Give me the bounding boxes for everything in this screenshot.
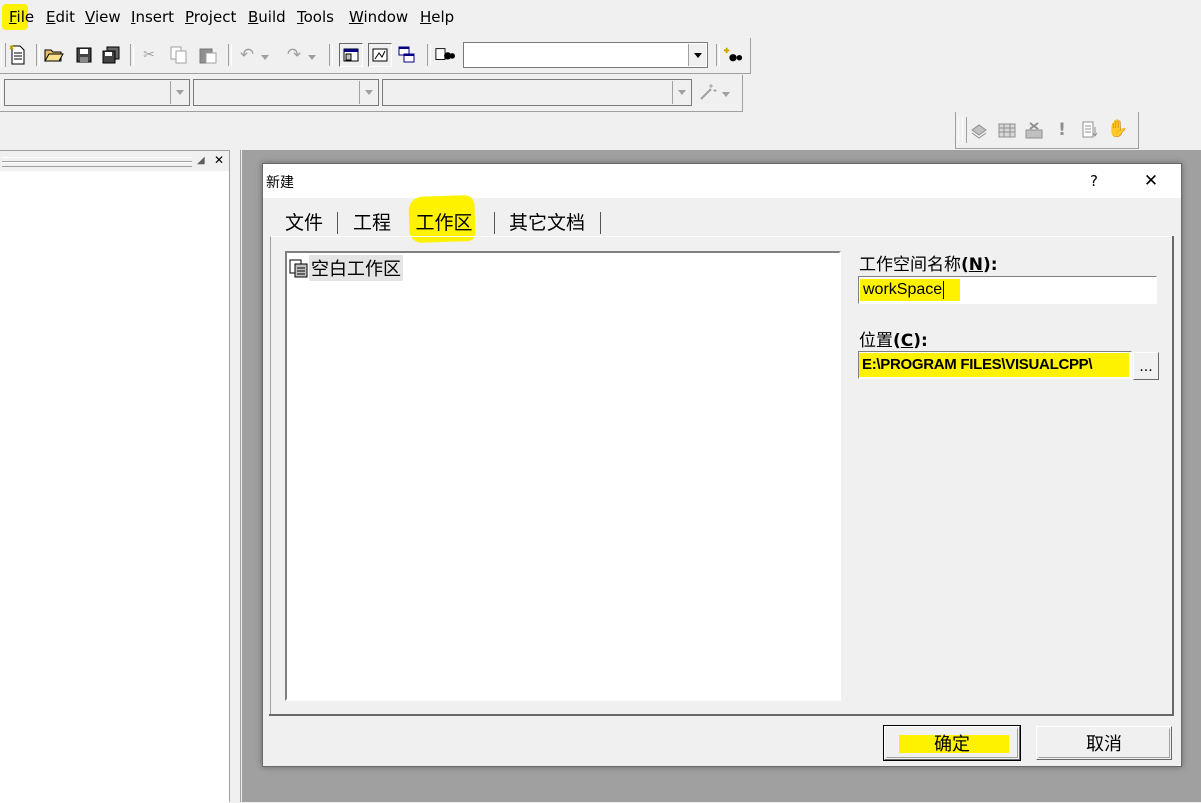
maximize-panel-icon[interactable]: ◢ [197,155,209,167]
menu-window[interactable]: Window [349,8,408,26]
open-folder-icon[interactable] [44,45,64,65]
help-button[interactable]: ? [1081,169,1107,193]
menu-view[interactable]: View [85,8,121,26]
list-item-label: 空白工作区 [309,255,403,281]
tab-projects[interactable]: 工程 [345,206,399,236]
window-list-icon[interactable] [397,45,417,65]
menu-file[interactable]: File [9,8,34,26]
redo-icon[interactable]: ↷ [284,45,304,65]
members-combo[interactable] [382,79,692,106]
filter-combo[interactable] [193,79,379,106]
panel-splitter[interactable] [229,150,241,802]
wizard-action-icon[interactable] [698,82,718,102]
cancel-button[interactable]: 取消 [1036,726,1172,760]
location-value: E:\PROGRAM FILES\VISUALCPP\ [862,356,1093,373]
save-all-icon[interactable] [101,45,121,65]
wizard-action-dropdown-icon[interactable] [720,84,732,104]
menu-tools[interactable]: Tools [297,8,334,26]
workspace-panel-header: ◢ ✕ [0,151,229,171]
dialog-title: 新建 [266,175,294,191]
build-toolbar: ! ✋ [955,112,1139,149]
location-field[interactable]: E:\PROGRAM FILES\VISUALCPP\ [858,351,1132,379]
close-panel-icon[interactable]: ✕ [213,153,225,167]
find-combo-dropdown[interactable] [688,44,706,66]
list-item[interactable]: 空白工作区 [289,255,403,281]
new-text-file-icon[interactable] [8,45,28,65]
execute-icon[interactable]: ! [1052,120,1072,140]
new-dialog: 新建 ? ✕ 文件 工程 工作区 其它文档 空白工作区 工作空间名称(N): w… [262,163,1182,767]
stop-build-icon[interactable] [1024,120,1044,140]
save-icon[interactable] [74,45,94,65]
undo-icon[interactable]: ↶ [237,45,257,65]
menu-build[interactable]: Build [248,8,286,26]
output-window-icon[interactable] [368,43,392,67]
breakpoint-icon[interactable]: ✋ [1107,119,1128,139]
dialog-titlebar[interactable]: 新建 ? ✕ [263,164,1181,198]
copy-icon[interactable] [169,45,189,65]
tab-other-documents[interactable]: 其它文档 [502,206,592,236]
standard-toolbar: ✂ ↶ ↷ [0,38,751,74]
menu-bar: File Edit View Insert Project Build Tool… [0,0,1201,36]
workspace-panel: ◢ ✕ [0,150,229,803]
find-in-files-icon[interactable] [435,45,455,65]
menu-insert[interactable]: Insert [131,8,174,26]
undo-dropdown-icon[interactable] [259,47,271,67]
close-icon: ✕ [1143,171,1159,191]
class-combo[interactable] [4,79,190,106]
toolbar-grip[interactable] [1,43,6,67]
compile-icon[interactable] [969,120,989,140]
menu-project[interactable]: Project [185,8,236,26]
cut-icon[interactable]: ✂ [139,45,159,65]
find-icon[interactable] [723,45,743,65]
paste-icon[interactable] [198,45,218,65]
workspace-type-list[interactable]: 空白工作区 [285,251,841,701]
ok-label: 确定 [934,734,970,755]
close-button[interactable]: ✕ [1131,167,1171,195]
wizard-toolbar [0,75,743,112]
workspace-name-value: workSpace [863,281,945,299]
ok-button[interactable]: 确定 [883,725,1021,761]
find-combo[interactable] [463,42,708,68]
redo-dropdown-icon[interactable] [306,47,318,67]
location-label: 位置(C): [859,331,928,351]
browse-button[interactable]: ... [1133,352,1159,380]
workspace-name-label: 工作空间名称(N): [859,255,998,275]
workspace-name-field[interactable]: workSpace [858,276,1157,304]
cancel-label: 取消 [1086,734,1122,755]
build-icon[interactable] [997,120,1017,140]
blank-workspace-icon [289,258,309,278]
tab-files[interactable]: 文件 [277,206,331,236]
workspace-window-icon[interactable] [339,43,363,67]
menu-edit[interactable]: Edit [46,8,75,26]
menu-help[interactable]: Help [420,8,454,26]
tab-workspaces[interactable]: 工作区 [411,206,477,236]
go-icon[interactable] [1080,120,1100,140]
